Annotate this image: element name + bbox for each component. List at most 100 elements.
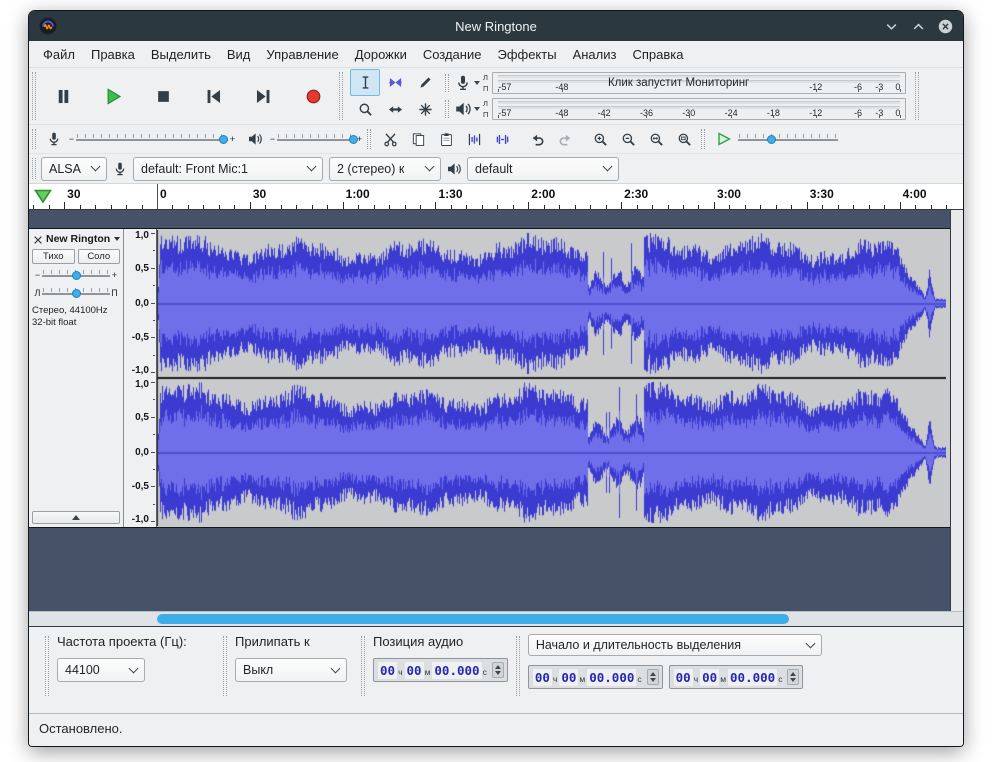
cut-button[interactable]	[376, 127, 404, 152]
menu-item-1[interactable]: Правка	[83, 43, 143, 66]
slider-rail[interactable]	[738, 131, 838, 147]
zoom-out-button[interactable]	[614, 127, 642, 152]
pan-slider[interactable]: Л П	[33, 285, 119, 300]
time-spinner[interactable]	[646, 669, 659, 685]
slider-thumb[interactable]	[348, 135, 358, 144]
menu-item-3[interactable]: Вид	[219, 43, 259, 66]
selection-toolbar-gripper[interactable]	[515, 636, 520, 696]
solo-button[interactable]: Соло	[77, 249, 120, 264]
mute-button[interactable]: Тихо	[32, 249, 75, 264]
playback-volume-slider[interactable]: − +	[268, 131, 364, 147]
selection-toolbar-gripper[interactable]	[45, 636, 49, 696]
playback-device-combo[interactable]: default	[467, 156, 619, 181]
selection-length-display[interactable]: 00 ч 00 м 00.000 с	[668, 665, 804, 689]
waveform-region[interactable]	[157, 229, 950, 527]
horizontal-scrollbar[interactable]	[29, 611, 963, 626]
play-pin-icon[interactable]	[34, 189, 52, 204]
time-digit[interactable]: 00	[404, 661, 424, 679]
pause-button[interactable]	[41, 74, 86, 119]
slider-thumb[interactable]	[219, 135, 229, 144]
gain-slider[interactable]: − +	[33, 267, 119, 282]
speaker-icon[interactable]	[454, 100, 472, 118]
spinner-down-icon[interactable]	[494, 671, 501, 675]
zoom-selection-button[interactable]	[642, 127, 670, 152]
time-digit[interactable]: 00	[378, 661, 398, 679]
timeline-ruler[interactable]: 30 0 30 1:00 1:30 2:00 2:30 3:00 3:30 4:00	[29, 184, 963, 210]
selection-mode-combo[interactable]: Начало и длительность выделения	[527, 634, 822, 656]
play-button[interactable]	[91, 74, 136, 119]
maximize-button[interactable]	[911, 19, 926, 34]
trim-button[interactable]	[460, 127, 488, 152]
time-spinner[interactable]	[787, 669, 800, 685]
recording-channels-combo[interactable]: 2 (стерео) к	[329, 156, 441, 181]
stop-button[interactable]	[141, 74, 186, 119]
multi-tool-button[interactable]	[410, 96, 440, 123]
slider-thumb[interactable]	[72, 289, 81, 298]
track-area[interactable]: New Rington Тихо Соло − + Л П Стерео, 44…	[29, 210, 963, 611]
tools-toolbar-gripper[interactable]	[339, 72, 343, 120]
waveform-canvas[interactable]	[157, 230, 946, 526]
selection-start-display[interactable]: 00 ч 00 м 00.000 с	[527, 665, 663, 689]
time-digit[interactable]: 00	[700, 668, 720, 686]
device-toolbar-gripper[interactable]	[32, 158, 36, 179]
slider-thumb[interactable]	[72, 271, 81, 280]
scrollbar-thumb[interactable]	[157, 614, 789, 624]
envelope-tool-button[interactable]	[380, 69, 410, 96]
vertical-ruler[interactable]: 1,0 0,5 0,0 -0,5 -1,0 1,0 0,5 0,0 -0,5 -1,0	[124, 229, 157, 527]
slider-rail[interactable]	[76, 131, 229, 147]
slider-rail[interactable]	[277, 131, 358, 147]
silence-button[interactable]	[488, 127, 516, 152]
project-rate-combo[interactable]: 44100	[57, 658, 145, 682]
title-bar[interactable]: New Ringtone	[29, 11, 963, 41]
selection-toolbar-gripper[interactable]	[223, 636, 227, 696]
recording-meter[interactable]: Клик запустит Мониторинг -57 -48 -12 -6 -3 0	[492, 72, 906, 94]
menu-item-2[interactable]: Выделить	[143, 43, 219, 66]
minimize-button[interactable]	[884, 19, 899, 34]
spinner-up-icon[interactable]	[649, 672, 656, 676]
zoom-fit-button[interactable]	[670, 127, 698, 152]
spinner-up-icon[interactable]	[494, 665, 501, 669]
skip-end-button[interactable]	[241, 74, 286, 119]
spinner-down-icon[interactable]	[649, 678, 656, 682]
selection-tool-button[interactable]	[350, 69, 380, 96]
playback-meter[interactable]: -57 -48 -42 -36 -30 -24 -18 -12 -6 -3 0	[492, 98, 906, 120]
track-close-icon[interactable]	[32, 233, 44, 245]
skip-start-button[interactable]	[191, 74, 236, 119]
time-digit[interactable]: 00	[673, 668, 693, 686]
recording-volume-slider[interactable]: − +	[67, 131, 237, 147]
playback-speed-slider[interactable]	[738, 131, 838, 147]
menu-item-5[interactable]: Дорожки	[347, 43, 415, 66]
copy-button[interactable]	[404, 127, 432, 152]
transport-toolbar-gripper[interactable]	[32, 72, 36, 120]
track-collapse-button[interactable]	[32, 511, 120, 524]
menu-item-4[interactable]: Управление	[258, 43, 346, 66]
recording-meter-gripper[interactable]	[445, 74, 449, 92]
spinner-down-icon[interactable]	[790, 678, 797, 682]
spinner-up-icon[interactable]	[790, 672, 797, 676]
menu-item-0[interactable]: Файл	[35, 43, 83, 66]
paste-button[interactable]	[432, 127, 460, 152]
audio-host-combo[interactable]: ALSA	[41, 156, 107, 181]
zoom-in-button[interactable]	[586, 127, 614, 152]
vertical-scrollbar[interactable]	[950, 210, 963, 611]
zoom-tool-button[interactable]	[350, 96, 380, 123]
time-digit[interactable]: 00	[559, 668, 579, 686]
draw-tool-button[interactable]	[410, 69, 440, 96]
close-button[interactable]	[938, 19, 953, 34]
time-digit[interactable]: 00.000	[432, 661, 482, 679]
slider-rail[interactable]	[42, 285, 110, 300]
time-digit[interactable]: 00.000	[728, 668, 778, 686]
track-name-button[interactable]: New Rington	[46, 232, 120, 246]
microphone-icon[interactable]	[454, 74, 472, 92]
time-shift-tool-button[interactable]	[380, 96, 410, 123]
edit-toolbar-gripper[interactable]	[367, 129, 371, 149]
menu-item-7[interactable]: Эффекты	[489, 43, 564, 66]
slider-rail[interactable]	[42, 267, 110, 282]
time-spinner[interactable]	[491, 662, 504, 678]
time-digit[interactable]: 00	[532, 668, 552, 686]
monitoring-hint[interactable]: Клик запустит Мониторинг	[608, 77, 749, 89]
play-at-speed-gripper[interactable]	[701, 129, 705, 149]
record-button[interactable]	[291, 74, 336, 119]
menu-item-8[interactable]: Анализ	[565, 43, 625, 66]
slider-thumb[interactable]	[767, 135, 776, 144]
